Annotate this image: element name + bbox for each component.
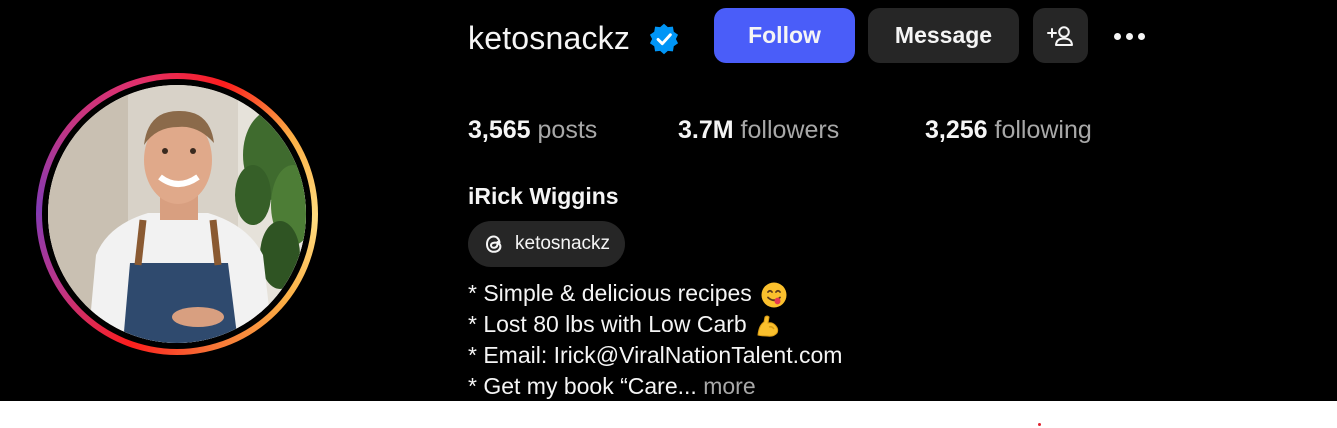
stat-following[interactable]: 3,256 following: [925, 113, 1092, 147]
threads-link[interactable]: ketosnackz: [468, 221, 625, 267]
posts-label: posts: [537, 116, 598, 144]
more-horizontal-icon: [1113, 32, 1121, 40]
bio-line-2-text: * Lost 80 lbs with Low Carb: [468, 311, 747, 337]
followers-label: followers: [740, 116, 840, 144]
following-count: 3,256: [925, 116, 988, 144]
stat-posts[interactable]: 3,565 posts: [468, 113, 597, 147]
avatar-photo: [48, 85, 306, 343]
profile-header: ketosnackz Follow Message 3,565 posts 3.…: [0, 0, 1337, 401]
more-options-button[interactable]: [1104, 22, 1154, 50]
followers-count: 3.7M: [678, 116, 734, 144]
message-button[interactable]: Message: [868, 8, 1019, 63]
flexed-biceps-emoji: [757, 315, 778, 337]
red-dot-marker: [1038, 423, 1041, 426]
bio-line-4-text: * Get my book “Care...: [468, 373, 697, 399]
bio-line-3: * Email: Irick@ViralNationTalent.com: [468, 340, 842, 371]
bio-line-2: * Lost 80 lbs with Low Carb: [468, 309, 842, 340]
stat-followers[interactable]: 3.7M followers: [678, 113, 839, 147]
follow-button[interactable]: Follow: [714, 8, 855, 63]
story-ring[interactable]: [36, 73, 318, 355]
full-name: iRick Wiggins: [468, 183, 619, 209]
face-savoring-food-emoji: [761, 282, 787, 308]
bio-line-4: * Get my book “Care... more: [468, 371, 842, 402]
threads-handle: ketosnackz: [515, 233, 611, 254]
suggested-accounts-button[interactable]: [1033, 8, 1088, 63]
bio-line-1-text: * Simple & delicious recipes: [468, 280, 752, 306]
following-label: following: [994, 116, 1092, 144]
username: ketosnackz: [468, 20, 631, 56]
avatar[interactable]: [48, 85, 306, 343]
bio: * Simple & delicious recipes * Lost 80 l…: [468, 278, 842, 402]
threads-icon: [485, 235, 502, 253]
bio-more-link[interactable]: more: [703, 373, 755, 399]
verified-badge-icon: [649, 23, 679, 55]
bio-email[interactable]: * Email: Irick@ViralNationTalent.com: [468, 342, 842, 368]
bio-line-1: * Simple & delicious recipes: [468, 278, 842, 309]
person-add-icon: [1046, 25, 1073, 46]
posts-count: 3,565: [468, 116, 531, 144]
